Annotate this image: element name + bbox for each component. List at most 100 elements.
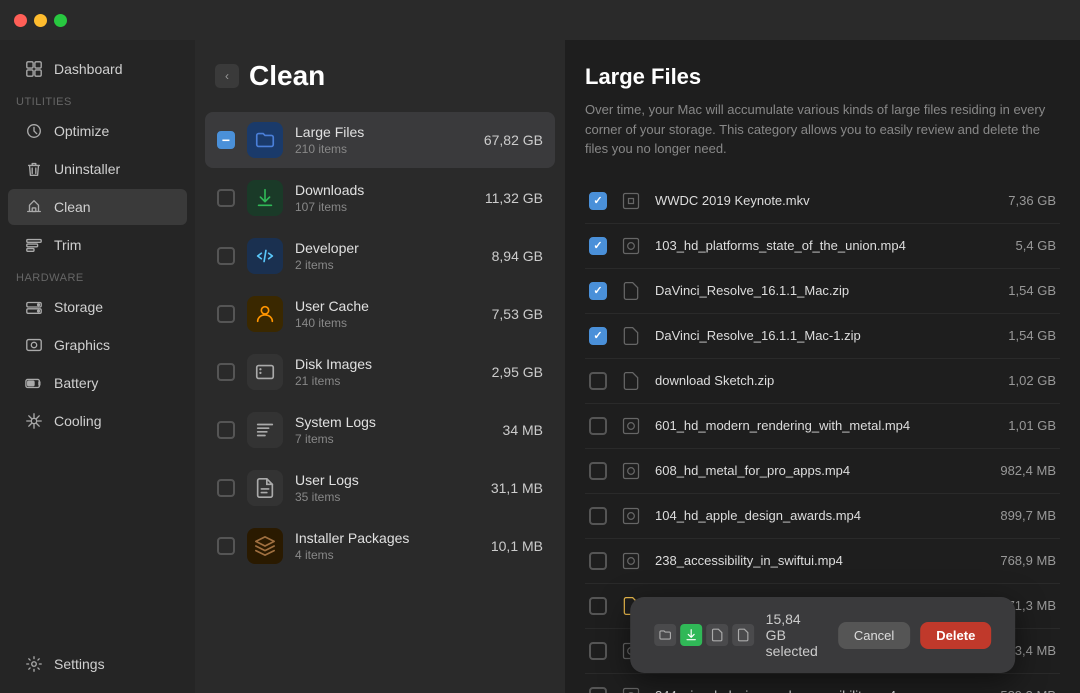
maximize-button[interactable]: [54, 14, 67, 27]
content-area: ‹ Clean − Large Files 210: [195, 40, 1080, 693]
installer-packages-name: Installer Packages: [295, 530, 479, 546]
right-panel: Large Files Over time, your Mac will acc…: [565, 40, 1080, 693]
file-item-7[interactable]: 104_hd_apple_design_awards.mp4 899,7 MB: [585, 494, 1060, 539]
file-size-5: 1,01 GB: [1008, 418, 1056, 433]
system-logs-size: 34 MB: [503, 422, 543, 438]
file-checkbox-7[interactable]: [589, 507, 607, 525]
category-checkbox-system-logs[interactable]: [217, 421, 235, 439]
sidebar-item-cooling[interactable]: Cooling: [8, 403, 187, 439]
user-logs-name: User Logs: [295, 472, 479, 488]
sidebar-item-trim[interactable]: Trim: [8, 227, 187, 263]
category-checkbox-user-logs[interactable]: [217, 479, 235, 497]
file-icon-4: [617, 367, 645, 395]
trim-icon: [24, 235, 44, 255]
developer-name: Developer: [295, 240, 480, 256]
sidebar-item-settings[interactable]: Settings: [8, 646, 187, 682]
user-logs-info: User Logs 35 items: [295, 472, 479, 504]
file-checkbox-3[interactable]: ✓: [589, 327, 607, 345]
file-item-3[interactable]: ✓ DaVinci_Resolve_16.1.1_Mac-1.zip 1,54 …: [585, 314, 1060, 359]
file-item-1[interactable]: ✓ 103_hd_platforms_state_of_the_union.mp…: [585, 224, 1060, 269]
minimize-button[interactable]: [34, 14, 47, 27]
category-item-large-files[interactable]: − Large Files 210 items 67,82 GB: [205, 112, 555, 168]
category-item-developer[interactable]: Developer 2 items 8,94 GB: [205, 228, 555, 284]
sidebar-item-graphics[interactable]: Graphics: [8, 327, 187, 363]
category-item-installer-packages[interactable]: Installer Packages 4 items 10,1 MB: [205, 518, 555, 574]
system-logs-name: System Logs: [295, 414, 491, 430]
bottom-icon-2: [680, 624, 702, 646]
category-item-downloads[interactable]: Downloads 107 items 11,32 GB: [205, 170, 555, 226]
category-item-user-logs[interactable]: User Logs 35 items 31,1 MB: [205, 460, 555, 516]
file-name-8: 238_accessibility_in_swiftui.mp4: [655, 553, 990, 568]
file-item-5[interactable]: 601_hd_modern_rendering_with_metal.mp4 1…: [585, 404, 1060, 449]
category-checkbox-downloads[interactable]: [217, 189, 235, 207]
installer-packages-info: Installer Packages 4 items: [295, 530, 479, 562]
file-checkbox-10[interactable]: [589, 642, 607, 660]
file-checkbox-5[interactable]: [589, 417, 607, 435]
category-checkbox-disk-images[interactable]: [217, 363, 235, 381]
file-icon-5: [617, 412, 645, 440]
file-checkbox-4[interactable]: [589, 372, 607, 390]
sidebar-label-optimize: Optimize: [54, 123, 109, 139]
user-cache-size: 7,53 GB: [492, 306, 543, 322]
file-checkbox-8[interactable]: [589, 552, 607, 570]
large-files-name: Large Files: [295, 124, 472, 140]
bottom-file-icons: [654, 624, 754, 646]
user-cache-info: User Cache 140 items: [295, 298, 480, 330]
file-size-7: 899,7 MB: [1000, 508, 1056, 523]
close-button[interactable]: [14, 14, 27, 27]
file-name-7: 104_hd_apple_design_awards.mp4: [655, 508, 990, 523]
delete-button[interactable]: Delete: [920, 622, 991, 649]
file-checkbox-9[interactable]: [589, 597, 607, 615]
sidebar: Dashboard Utilities Optimize Uninstaller: [0, 40, 195, 693]
user-logs-count: 35 items: [295, 490, 479, 504]
file-item-4[interactable]: download Sketch.zip 1,02 GB: [585, 359, 1060, 404]
file-size-0: 7,36 GB: [1008, 193, 1056, 208]
file-item-0[interactable]: ✓ WWDC 2019 Keynote.mkv 7,36 GB: [585, 179, 1060, 224]
category-checkbox-large-files[interactable]: −: [217, 131, 235, 149]
category-checkbox-installer-packages[interactable]: [217, 537, 235, 555]
sidebar-item-battery[interactable]: Battery: [8, 365, 187, 401]
file-size-4: 1,02 GB: [1008, 373, 1056, 388]
downloads-name: Downloads: [295, 182, 473, 198]
file-size-6: 982,4 MB: [1000, 463, 1056, 478]
sidebar-item-clean[interactable]: Clean: [8, 189, 187, 225]
installer-packages-size: 10,1 MB: [491, 538, 543, 554]
bottom-icon-1: [654, 624, 676, 646]
bottom-actions: Cancel Delete: [838, 622, 992, 649]
file-icon-2: [617, 277, 645, 305]
file-checkbox-0[interactable]: ✓: [589, 192, 607, 210]
sidebar-label-settings: Settings: [54, 656, 105, 672]
sidebar-label-cooling: Cooling: [54, 413, 101, 429]
sidebar-label-battery: Battery: [54, 375, 98, 391]
sidebar-item-dashboard[interactable]: Dashboard: [8, 51, 187, 87]
category-item-disk-images[interactable]: Disk Images 21 items 2,95 GB: [205, 344, 555, 400]
sidebar-label-uninstaller: Uninstaller: [54, 161, 120, 177]
file-item-8[interactable]: 238_accessibility_in_swiftui.mp4 768,9 M…: [585, 539, 1060, 584]
file-checkbox-1[interactable]: ✓: [589, 237, 607, 255]
sidebar-item-optimize[interactable]: Optimize: [8, 113, 187, 149]
large-files-info: Large Files 210 items: [295, 124, 472, 156]
sidebar-item-uninstaller[interactable]: Uninstaller: [8, 151, 187, 187]
cancel-button[interactable]: Cancel: [838, 622, 910, 649]
collapse-button[interactable]: ‹: [215, 64, 239, 88]
sidebar-label-clean: Clean: [54, 199, 91, 215]
large-files-count: 210 items: [295, 142, 472, 156]
file-item-2[interactable]: ✓ DaVinci_Resolve_16.1.1_Mac.zip 1,54 GB: [585, 269, 1060, 314]
file-icon-1: [617, 232, 645, 260]
file-item-11[interactable]: 244_visual_design_and_accessibility.mp4 …: [585, 674, 1060, 693]
file-checkbox-11[interactable]: [589, 687, 607, 693]
file-checkbox-2[interactable]: ✓: [589, 282, 607, 300]
file-name-4: download Sketch.zip: [655, 373, 998, 388]
category-item-user-cache[interactable]: User Cache 140 items 7,53 GB: [205, 286, 555, 342]
category-list: − Large Files 210 items 67,82 GB: [195, 112, 565, 574]
file-size-3: 1,54 GB: [1008, 328, 1056, 343]
category-item-system-logs[interactable]: System Logs 7 items 34 MB: [205, 402, 555, 458]
file-item-6[interactable]: 608_hd_metal_for_pro_apps.mp4 982,4 MB: [585, 449, 1060, 494]
dashboard-icon: [24, 59, 44, 79]
file-icon-0: [617, 187, 645, 215]
sidebar-item-storage[interactable]: Storage: [8, 289, 187, 325]
category-checkbox-developer[interactable]: [217, 247, 235, 265]
sidebar-label-trim: Trim: [54, 237, 81, 253]
file-checkbox-6[interactable]: [589, 462, 607, 480]
category-checkbox-user-cache[interactable]: [217, 305, 235, 323]
